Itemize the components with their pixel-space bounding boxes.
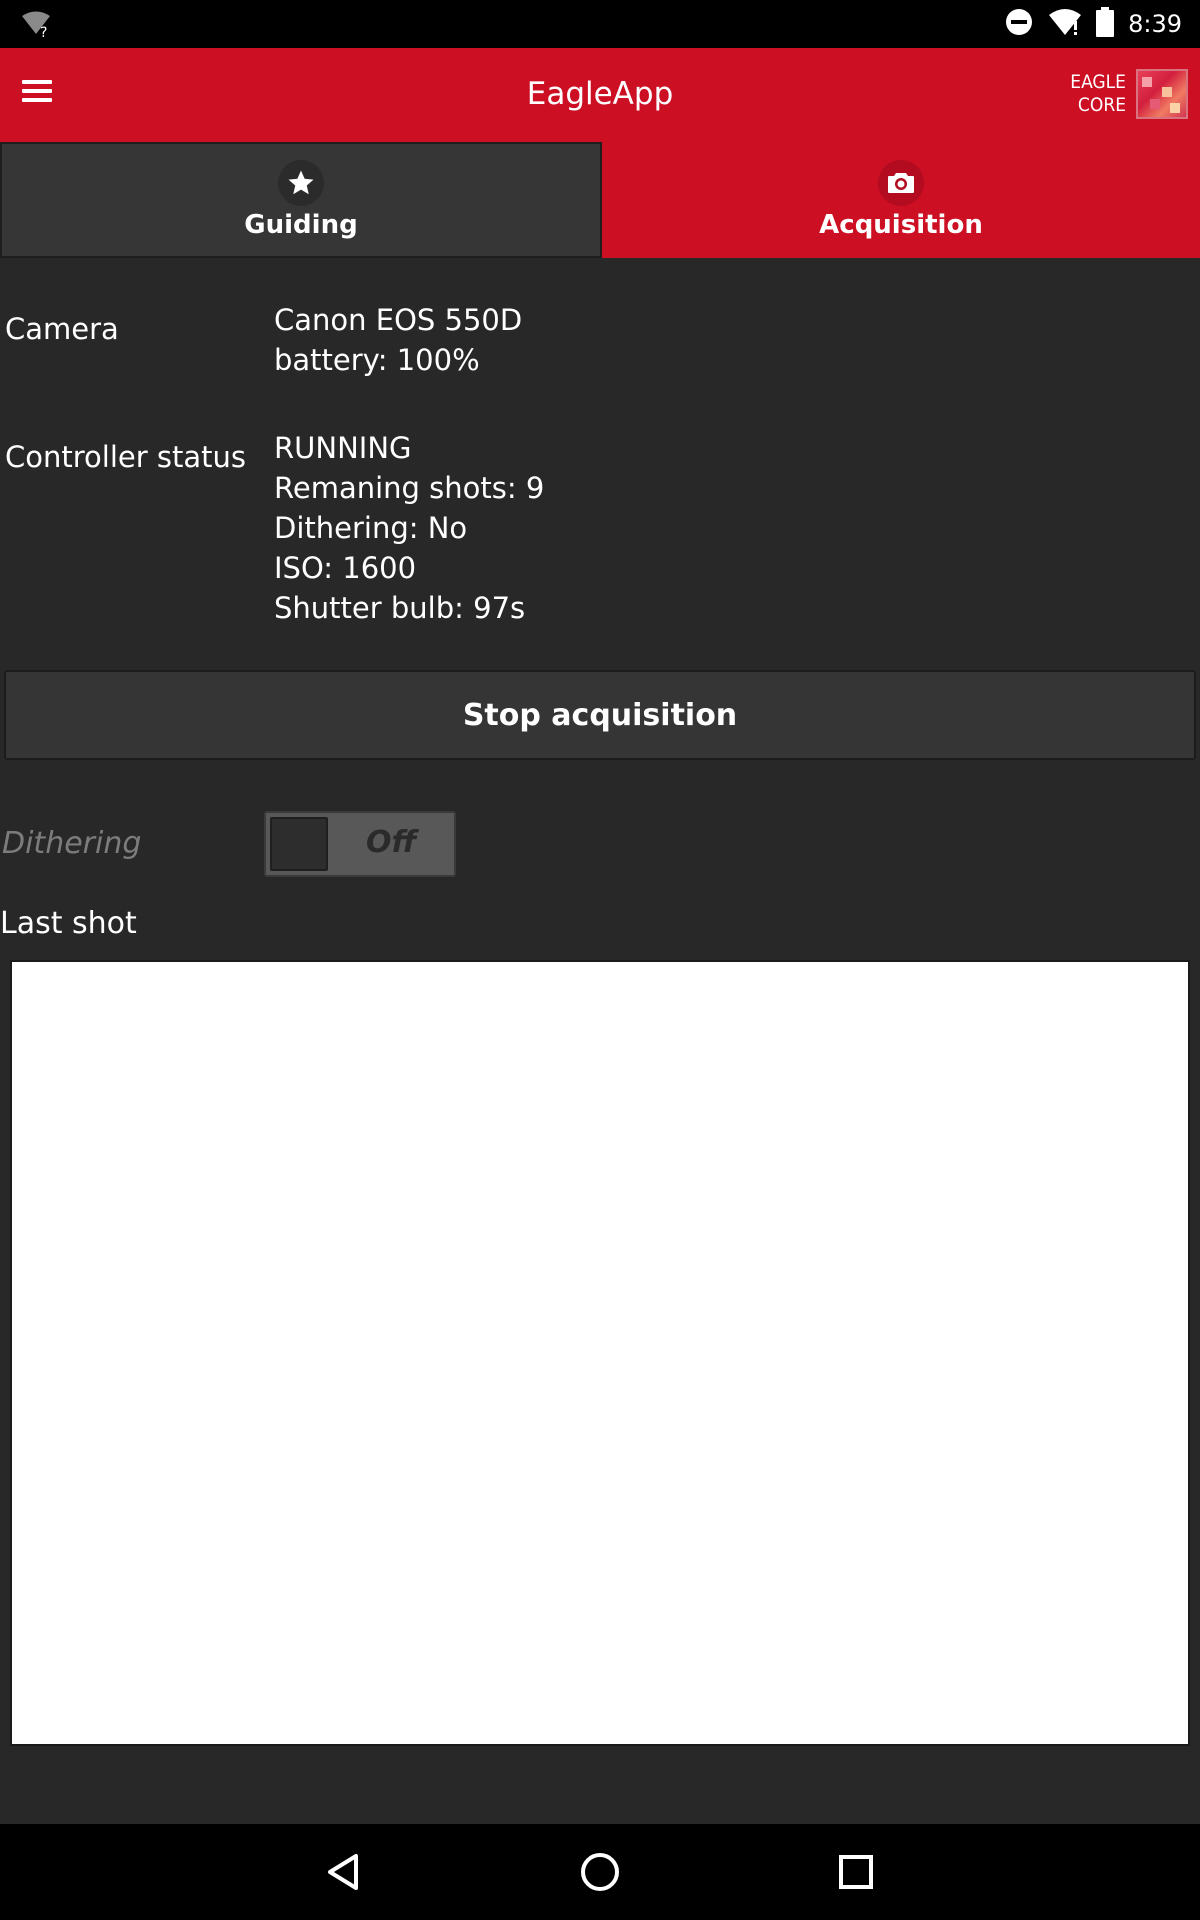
- toggle-knob: [270, 817, 328, 871]
- brand: EAGLE CORE: [1070, 68, 1188, 120]
- svg-text:?: ?: [40, 25, 47, 38]
- recents-icon[interactable]: [832, 1848, 880, 1896]
- camera-model: Canon EOS 550D: [274, 303, 523, 337]
- app-bar: EagleApp EAGLE CORE: [0, 48, 1200, 142]
- star-icon: [278, 160, 324, 206]
- navigation-bar: [0, 1824, 1200, 1920]
- controller-label: Controller status: [5, 440, 246, 474]
- clock: 8:39: [1128, 10, 1182, 38]
- tab-acquisition[interactable]: Acquisition: [602, 142, 1200, 258]
- tab-acquisition-label: Acquisition: [819, 210, 983, 240]
- brand-line2: CORE: [1077, 94, 1126, 116]
- controller-state: RUNNING: [274, 431, 412, 465]
- brand-logo-icon: [1136, 69, 1188, 119]
- status-bar: ? 8:39: [0, 0, 1200, 48]
- app-title: EagleApp: [526, 76, 674, 112]
- stop-acquisition-button[interactable]: Stop acquisition: [4, 670, 1196, 760]
- last-shot-image: [10, 960, 1190, 1746]
- back-icon[interactable]: [320, 1848, 368, 1896]
- last-shot-label: Last shot: [0, 906, 137, 941]
- camera-icon: [878, 160, 924, 206]
- shutter-value: Shutter bulb: 97s: [274, 591, 526, 625]
- dithering-toggle[interactable]: Off: [264, 811, 456, 877]
- camera-label: Camera: [5, 312, 119, 346]
- dithering-status: Dithering: No: [274, 511, 468, 545]
- remaining-shots: Remaning shots: 9: [274, 471, 545, 505]
- wifi-question-icon: ?: [20, 10, 54, 42]
- camera-battery: battery: 100%: [274, 343, 480, 377]
- brand-line1: EAGLE: [1070, 71, 1126, 93]
- home-icon[interactable]: [576, 1848, 624, 1896]
- tab-guiding[interactable]: Guiding: [0, 142, 602, 258]
- battery-icon: [1096, 7, 1115, 41]
- camera-values: Canon EOS 550D battery: 100%: [274, 300, 522, 380]
- controller-values: RUNNING Remaning shots: 9 Dithering: No …: [274, 428, 544, 628]
- toggle-state-text: Off: [366, 825, 417, 860]
- tab-bar: Guiding Acquisition: [0, 142, 1200, 258]
- do-not-disturb-icon: [1004, 7, 1034, 41]
- wifi-alert-icon: [1048, 7, 1082, 41]
- brand-text: EAGLE CORE: [1070, 71, 1126, 117]
- dithering-label: Dithering: [2, 826, 142, 861]
- iso-value: ISO: 1600: [274, 551, 417, 585]
- tab-guiding-label: Guiding: [244, 210, 358, 240]
